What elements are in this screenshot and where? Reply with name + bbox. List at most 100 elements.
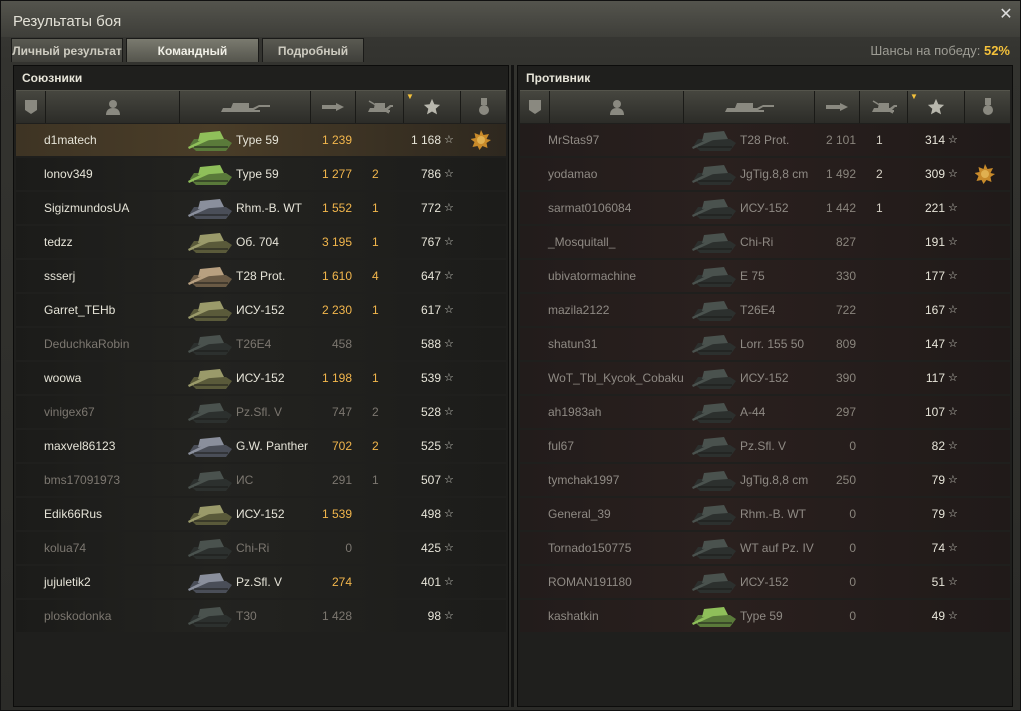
kills-value: 2 bbox=[372, 405, 379, 419]
player-row[interactable]: maxvel86123 G.W. Panther 702 2 525 ☆ bbox=[16, 430, 506, 462]
player-row[interactable]: ROMAN191180 ИСУ-152 0 51 ☆ bbox=[520, 566, 1010, 598]
player-row[interactable]: _Mosquitall_ Chi-Ri 827 191 ☆ bbox=[520, 226, 1010, 258]
column-header-player[interactable] bbox=[550, 91, 684, 123]
player-name: General_39 bbox=[548, 507, 611, 521]
damage-value: 1 610 bbox=[321, 269, 352, 283]
player-row[interactable]: ful67 Pz.Sfl. V 0 82 ☆ bbox=[520, 430, 1010, 462]
vehicle-name: Type 59 bbox=[236, 167, 279, 181]
vehicle-name: ИСУ-152 bbox=[740, 201, 789, 215]
medal-icon[interactable] bbox=[470, 130, 491, 150]
tank-icon bbox=[186, 125, 236, 155]
xp-value: 525 bbox=[420, 439, 441, 453]
player-row[interactable]: yodamao JgTig.8,8 cm 1 492 2 309 ☆ bbox=[520, 158, 1010, 190]
xp-value: 507 bbox=[420, 473, 441, 487]
player-row[interactable]: tymchak1997 JgTig.8,8 cm 250 79 ☆ bbox=[520, 464, 1010, 496]
close-icon[interactable]: ✕ bbox=[998, 7, 1014, 23]
player-row[interactable]: DeduchkaRobin T26E4 458 588 ☆ bbox=[16, 328, 506, 360]
vehicle-name: Chi-Ri bbox=[740, 235, 774, 249]
player-row[interactable]: kolua74 Chi-Ri 0 425 ☆ bbox=[16, 532, 506, 564]
tank-icon bbox=[186, 601, 236, 631]
sort-indicator-icon: ▼ bbox=[910, 92, 918, 101]
vehicle-name: Об. 704 bbox=[236, 235, 279, 249]
damage-value: 458 bbox=[331, 337, 352, 351]
vehicle-name: ИСУ-152 bbox=[236, 507, 285, 521]
damage-value: 0 bbox=[849, 507, 856, 521]
player-row[interactable]: mazila2122 T26E4 722 167 ☆ bbox=[520, 294, 1010, 326]
player-row[interactable]: SigizmundosUA Rhm.-B. WT 1 552 1 772 ☆ bbox=[16, 192, 506, 224]
damage-value: 0 bbox=[849, 439, 856, 453]
player-name: lonov349 bbox=[44, 167, 93, 181]
star-icon: ☆ bbox=[948, 474, 958, 486]
tab-team-result[interactable]: Командный результат bbox=[126, 38, 259, 82]
column-header-rank[interactable] bbox=[520, 91, 550, 123]
star-icon: ☆ bbox=[948, 610, 958, 622]
damage-value: 1 492 bbox=[825, 167, 856, 181]
xp-value: 191 bbox=[924, 235, 945, 249]
damage-value: 274 bbox=[331, 575, 352, 589]
kills-value: 1 bbox=[372, 303, 379, 317]
player-row[interactable]: d1matech Type 59 1 239 1 168 ☆ bbox=[16, 124, 506, 156]
damage-value: 702 bbox=[331, 439, 352, 453]
star-icon: ☆ bbox=[948, 338, 958, 350]
vehicle-name: Lorr. 155 50 bbox=[740, 337, 805, 351]
player-row[interactable]: ah1983ah A-44 297 107 ☆ bbox=[520, 396, 1010, 428]
battle-results-window: Результаты боя ✕ Личный результат Команд… bbox=[0, 0, 1021, 711]
xp-value: 772 bbox=[420, 201, 441, 215]
tank-icon bbox=[186, 159, 236, 189]
player-row[interactable]: jujuletik2 Pz.Sfl. V 274 401 ☆ bbox=[16, 566, 506, 598]
kills-value: 2 bbox=[372, 439, 379, 453]
player-row[interactable]: ssserj T28 Prot. 1 610 4 647 ☆ bbox=[16, 260, 506, 292]
player-row[interactable]: Tornado150775 WT auf Pz. IV 0 74 ☆ bbox=[520, 532, 1010, 564]
tab-personal-result[interactable]: Личный результат bbox=[11, 38, 123, 62]
player-name: sarmat0106084 bbox=[548, 201, 632, 215]
player-row[interactable]: bms17091973 ИС 291 1 507 ☆ bbox=[16, 464, 506, 496]
star-icon: ☆ bbox=[444, 440, 454, 452]
player-name: maxvel86123 bbox=[44, 439, 116, 453]
column-header-damage[interactable] bbox=[815, 91, 860, 123]
tank-icon bbox=[690, 193, 740, 223]
player-row[interactable]: WoT_Tbl_Kycok_Cobaku ИСУ-152 390 117 ☆ bbox=[520, 362, 1010, 394]
xp-value: 309 bbox=[924, 167, 945, 181]
column-header-xp-star[interactable]: ▼ bbox=[908, 91, 965, 123]
column-header-rank[interactable] bbox=[16, 91, 46, 123]
player-row[interactable]: shatun31 Lorr. 155 50 809 147 ☆ bbox=[520, 328, 1010, 360]
tab-bar: Личный результат Командный результат Под… bbox=[11, 38, 364, 82]
star-icon: ☆ bbox=[948, 304, 958, 316]
player-name: shatun31 bbox=[548, 337, 598, 351]
column-header-medal[interactable] bbox=[461, 91, 506, 123]
player-row[interactable]: tedzz Об. 704 3 195 1 767 ☆ bbox=[16, 226, 506, 258]
tab-detailed-report[interactable]: Подробный отчёт bbox=[262, 38, 364, 82]
damage-value: 291 bbox=[331, 473, 352, 487]
player-row[interactable]: vinigex67 Pz.Sfl. V 747 2 528 ☆ bbox=[16, 396, 506, 428]
star-icon: ☆ bbox=[444, 610, 454, 622]
player-row[interactable]: ubivatormachine E 75 330 177 ☆ bbox=[520, 260, 1010, 292]
player-row[interactable]: General_39 Rhm.-B. WT 0 79 ☆ bbox=[520, 498, 1010, 530]
vehicle-name: ИСУ-152 bbox=[236, 371, 285, 385]
column-header-medal[interactable] bbox=[965, 91, 1010, 123]
star-icon: ☆ bbox=[948, 440, 958, 452]
column-header-xp-star[interactable]: ▼ bbox=[404, 91, 461, 123]
star-icon: ☆ bbox=[444, 542, 454, 554]
damage-value: 1 277 bbox=[321, 167, 352, 181]
xp-value: 79 bbox=[931, 473, 945, 487]
xp-value: 98 bbox=[427, 609, 441, 623]
star-icon: ☆ bbox=[444, 474, 454, 486]
player-row[interactable]: lonov349 Type 59 1 277 2 786 ☆ bbox=[16, 158, 506, 190]
player-row[interactable]: kashatkin Type 59 0 49 ☆ bbox=[520, 600, 1010, 632]
player-row[interactable]: sarmat0106084 ИСУ-152 1 442 1 221 ☆ bbox=[520, 192, 1010, 224]
column-header-kills[interactable] bbox=[356, 91, 404, 123]
vehicle-name: Pz.Sfl. V bbox=[236, 405, 283, 419]
player-row[interactable]: MrStas97 T28 Prot. 2 101 1 314 ☆ bbox=[520, 124, 1010, 156]
vehicle-name: ИС bbox=[236, 473, 254, 487]
column-header-kills[interactable] bbox=[860, 91, 908, 123]
column-header-damage[interactable] bbox=[311, 91, 356, 123]
column-header-tank[interactable] bbox=[684, 91, 815, 123]
player-row[interactable]: Garret_TEHb ИСУ-152 2 230 1 617 ☆ bbox=[16, 294, 506, 326]
column-header-player[interactable] bbox=[46, 91, 180, 123]
medal-icon[interactable] bbox=[974, 164, 995, 184]
sort-indicator-icon: ▼ bbox=[406, 92, 414, 101]
player-row[interactable]: ploskodonka T30 1 428 98 ☆ bbox=[16, 600, 506, 632]
player-row[interactable]: woowa ИСУ-152 1 198 1 539 ☆ bbox=[16, 362, 506, 394]
player-row[interactable]: Edik66Rus ИСУ-152 1 539 498 ☆ bbox=[16, 498, 506, 530]
column-header-tank[interactable] bbox=[180, 91, 311, 123]
